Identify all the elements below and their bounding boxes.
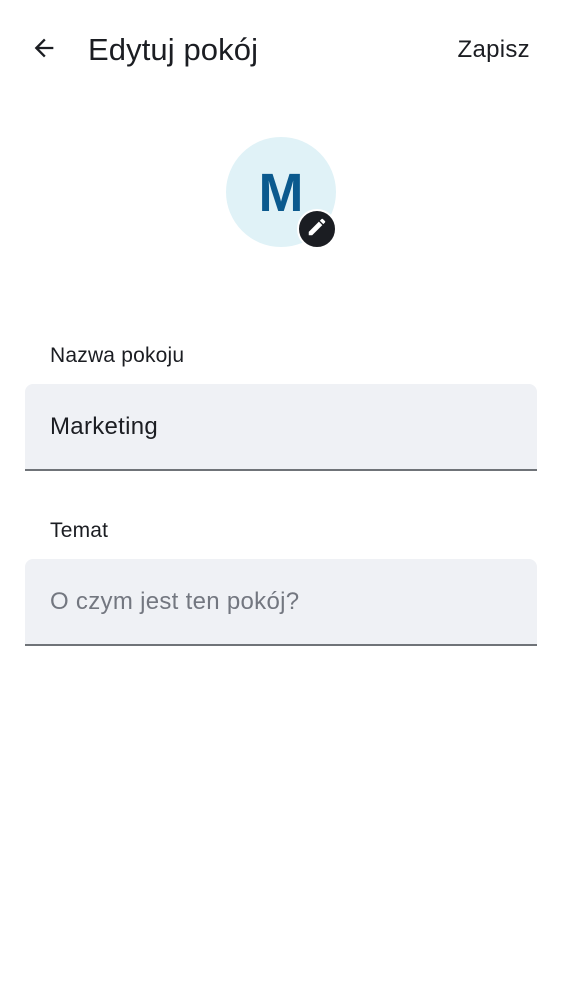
- room-avatar-container: M: [226, 137, 337, 249]
- room-name-label: Nazwa pokoju: [50, 344, 185, 367]
- page-title: Edytuj pokój: [88, 32, 259, 67]
- room-name-field[interactable]: [25, 384, 537, 471]
- back-button[interactable]: [22, 28, 66, 72]
- save-button[interactable]: Zapisz: [458, 34, 531, 66]
- room-topic-label: Temat: [50, 519, 109, 542]
- edit-room-screen: Edytuj pokój Zapisz M Nazwa pokoju Temat: [0, 0, 562, 1000]
- room-name-input[interactable]: [50, 384, 537, 469]
- avatar-initial: M: [258, 163, 304, 223]
- edit-avatar-button[interactable]: [297, 209, 337, 249]
- pencil-icon: [306, 216, 328, 243]
- top-app-bar: Edytuj pokój Zapisz: [0, 0, 562, 100]
- room-topic-input[interactable]: [50, 559, 537, 644]
- arrow-left-icon: [30, 34, 58, 67]
- room-topic-field[interactable]: [25, 559, 537, 646]
